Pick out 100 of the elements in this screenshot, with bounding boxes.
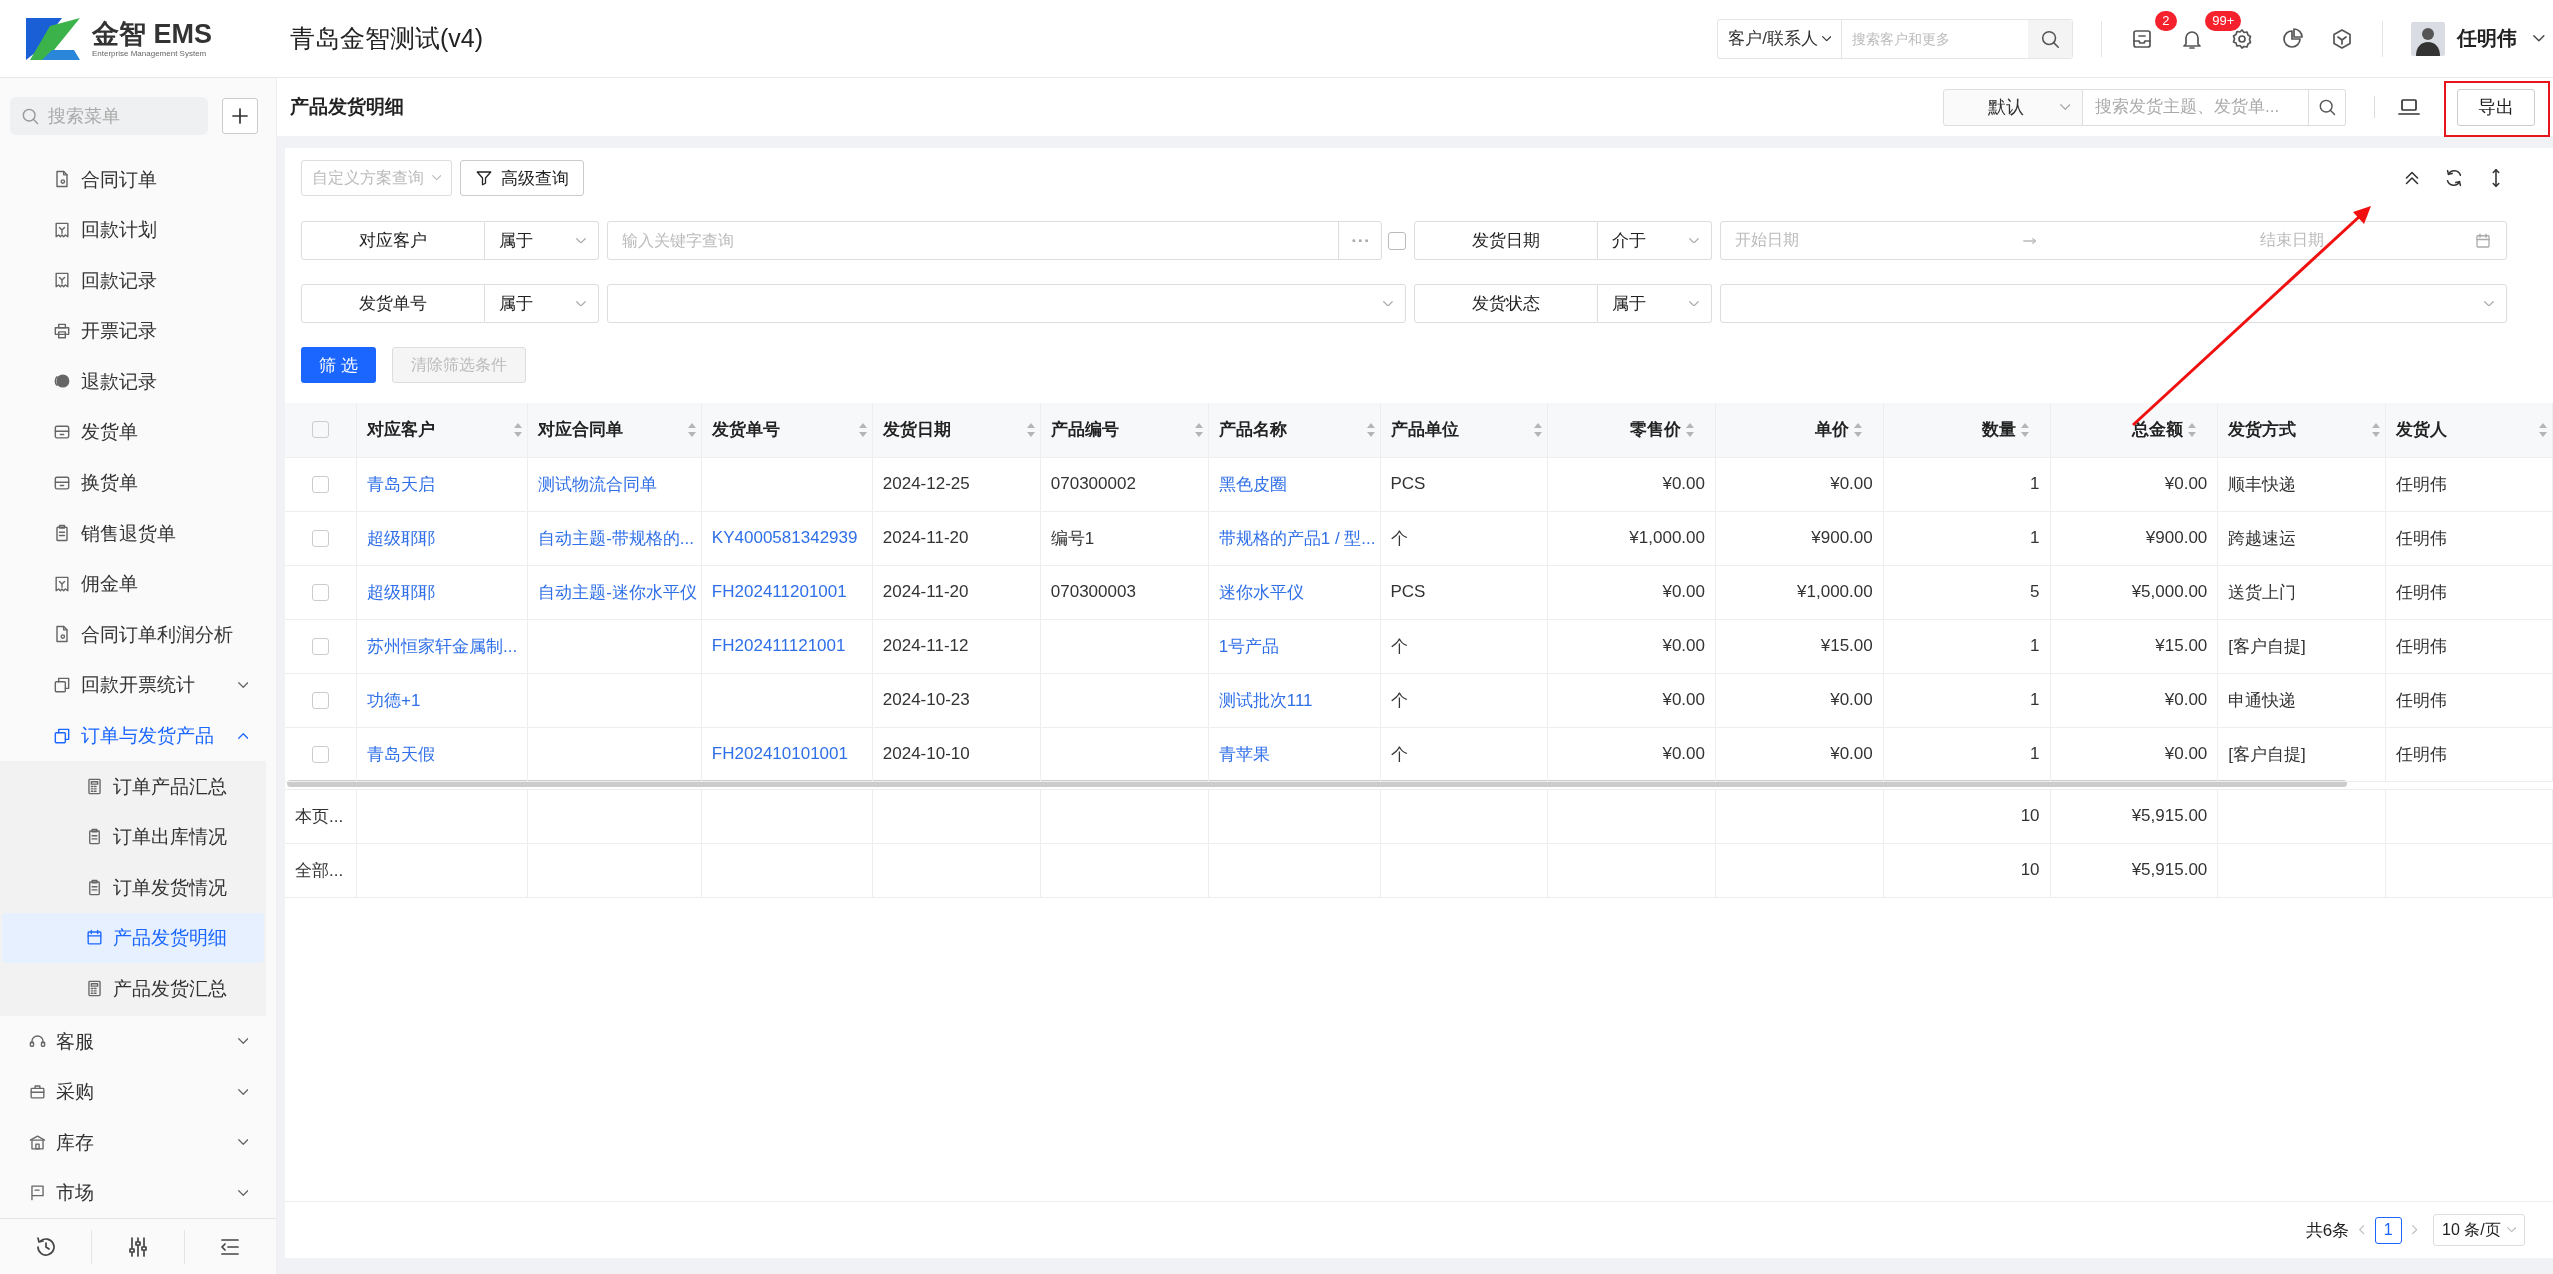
menu-item[interactable]: 开票记录 (0, 305, 276, 357)
column-header[interactable]: 产品编号 (1040, 403, 1209, 457)
table-link[interactable]: 带规格的产品1 / 型... (1218, 528, 1376, 548)
previous-page-icon[interactable] (2359, 1225, 2365, 1235)
checkbox[interactable] (1388, 231, 1406, 250)
search-input[interactable]: 搜索发货主题、发货单... (2083, 96, 2308, 118)
column-header[interactable]: 产品名称 (1208, 403, 1380, 457)
row-checkbox[interactable] (312, 475, 329, 493)
sort-icon[interactable] (1025, 421, 1036, 438)
menu-item[interactable]: 回款记录 (0, 254, 276, 306)
sort-icon[interactable] (2187, 421, 2198, 438)
column-header[interactable]: 发货日期 (872, 403, 1041, 457)
table-link[interactable]: FH202411201001 (711, 582, 847, 601)
menu-item[interactable]: 订单与发货产品 (0, 710, 276, 761)
table-link[interactable]: 测试批次111 (1218, 690, 1313, 710)
menu-item[interactable]: 采购 (0, 1066, 276, 1117)
menu-item[interactable]: 回款计划 (0, 204, 276, 255)
menu-item[interactable]: 退款记录 (0, 356, 276, 407)
submenu-item[interactable]: 产品发货汇总 (2, 963, 266, 1014)
sort-icon[interactable] (1533, 421, 1544, 438)
column-header[interactable]: 对应合同单 (527, 403, 702, 457)
row-checkbox[interactable] (312, 637, 329, 655)
row-checkbox[interactable] (312, 691, 329, 709)
horizontal-scrollbar[interactable] (287, 779, 2347, 787)
column-header[interactable]: 单价 (1715, 403, 1884, 457)
menu-item[interactable]: 客服 (0, 1015, 276, 1067)
pie-chart-icon[interactable] (2280, 26, 2305, 51)
table-link[interactable]: 功德+1 (367, 690, 421, 710)
table-link[interactable]: 自动主题-迷你水平仪 (538, 582, 697, 602)
menu-item[interactable]: 合同订单 (0, 153, 276, 205)
table-link[interactable]: 青岛天假 (367, 744, 435, 764)
row-checkbox[interactable] (312, 583, 329, 601)
operator-select[interactable]: 属于 (485, 284, 599, 323)
global-search-field[interactable]: 客户/联系人 搜索客户和更多 (1717, 18, 2074, 59)
column-header[interactable]: 发货人 (2385, 403, 2553, 457)
chevron-down-icon[interactable] (2533, 35, 2545, 42)
table-link[interactable]: 青苹果 (1218, 744, 1270, 764)
select-all-checkbox[interactable] (312, 421, 329, 439)
add-button[interactable] (222, 98, 258, 135)
table-link[interactable]: FH202411121001 (711, 636, 846, 655)
menu-item[interactable]: 换货单 (0, 457, 276, 508)
row-checkbox[interactable] (312, 529, 329, 547)
search-button[interactable] (2028, 19, 2073, 58)
select-field[interactable] (607, 284, 1406, 323)
submenu-item[interactable]: 产品发货明细 (2, 912, 264, 964)
column-header[interactable]: 发货方式 (2217, 403, 2386, 457)
submenu-item[interactable]: 订单产品汇总 (2, 760, 266, 812)
sort-icon[interactable] (1852, 421, 1863, 438)
table-link[interactable]: 青岛天启 (367, 474, 435, 494)
sliders-icon[interactable] (126, 1234, 150, 1259)
menu-search-field[interactable]: 搜索菜单 (10, 97, 208, 136)
column-header[interactable]: 发货单号 (701, 403, 873, 457)
next-page-icon[interactable] (2411, 1225, 2417, 1235)
table-link[interactable]: 自动主题-带规格的... (538, 528, 695, 548)
filter-button[interactable]: 筛 选 (301, 347, 376, 383)
page-button[interactable]: 1 (2374, 1216, 2402, 1244)
menu-item[interactable]: 发货单 (0, 406, 276, 458)
table-link[interactable]: 测试物流合同单 (538, 474, 658, 494)
column-header[interactable]: 数量 (1883, 403, 2051, 457)
operator-select[interactable]: 介于 (1598, 221, 1712, 260)
submenu-item[interactable]: 订单出库情况 (2, 811, 266, 863)
table-link[interactable]: 黑色皮圈 (1218, 474, 1287, 494)
search-icon[interactable] (2317, 97, 2337, 117)
user-avatar[interactable] (2411, 21, 2446, 56)
sort-icon[interactable] (2019, 421, 2030, 438)
sort-icon[interactable] (1365, 421, 1376, 438)
table-link[interactable]: 迷你水平仪 (1218, 582, 1304, 602)
scope-select[interactable]: 客户/联系人 (1718, 19, 1843, 58)
page-size-select[interactable]: 10 条/页 (2433, 1214, 2525, 1246)
sort-icon[interactable] (1193, 421, 1204, 438)
operator-select[interactable]: 属于 (485, 221, 599, 260)
menu-item[interactable]: 回款开票统计 (0, 659, 276, 711)
user-name[interactable]: 任明伟 (2457, 25, 2518, 52)
table-link[interactable]: 苏州恒家轩金属制... (367, 636, 518, 656)
search-field[interactable]: 搜索发货主题、发货单... (2083, 88, 2346, 126)
menu-item[interactable]: 市场 (0, 1167, 276, 1219)
sort-icon[interactable] (1685, 421, 1695, 438)
menu-item[interactable]: 库存 (0, 1117, 276, 1168)
sort-icon[interactable] (857, 421, 868, 438)
menu-item[interactable]: 销售退货单 (0, 507, 276, 559)
advanced-search-button[interactable]: 高级查询 (460, 160, 585, 196)
sort-icon[interactable] (686, 421, 697, 438)
row-checkbox[interactable] (312, 745, 329, 763)
operator-select[interactable]: 属于 (1598, 284, 1712, 323)
view-select[interactable]: 默认 (1943, 88, 2083, 126)
sort-icon[interactable] (2371, 421, 2382, 438)
column-header[interactable]: 产品单位 (1380, 403, 1548, 457)
submenu-item[interactable]: 订单发货情况 (2, 862, 266, 913)
search-input[interactable]: 搜索菜单 (46, 104, 200, 128)
table-link[interactable]: 超级耶耶 (367, 528, 435, 548)
table-link[interactable]: 超级耶耶 (367, 582, 435, 602)
column-header[interactable]: 零售价 (1547, 403, 1716, 457)
menu-item[interactable]: 佣金单 (0, 558, 276, 610)
sort-icon[interactable] (2538, 421, 2548, 438)
sort-icon[interactable] (513, 421, 524, 438)
table-link[interactable]: KY4000581342939 (711, 528, 858, 547)
column-header[interactable]: 总金额 (2050, 403, 2218, 457)
table-link[interactable]: FH202410101001 (711, 744, 848, 763)
export-button[interactable]: 导出 (2457, 88, 2535, 126)
column-header[interactable]: 对应客户 (356, 403, 528, 457)
